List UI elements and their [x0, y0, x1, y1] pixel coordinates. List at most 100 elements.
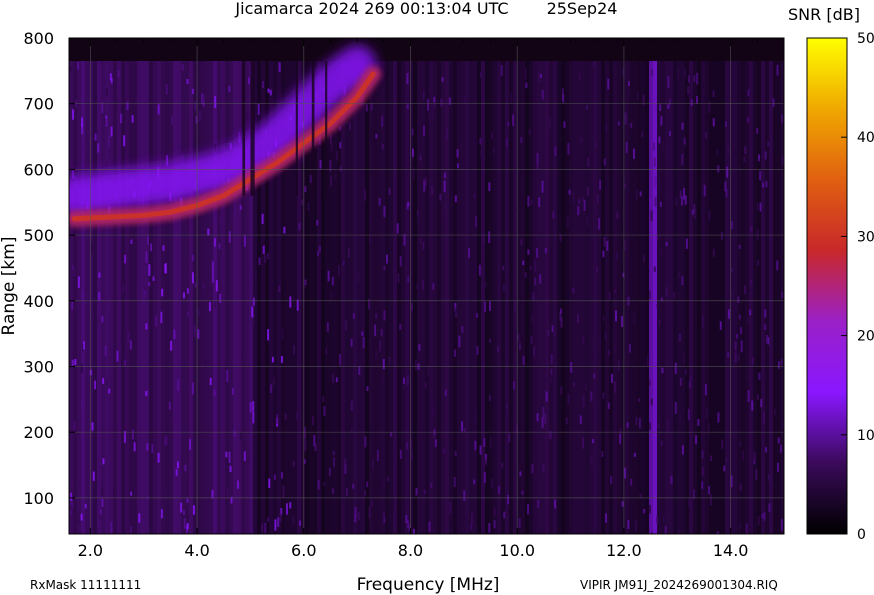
heatmap-column [189, 60, 193, 534]
heatmap-speck [335, 377, 338, 383]
heatmap-speck [773, 408, 776, 416]
heatmap-column [577, 60, 581, 534]
heatmap-speck [536, 248, 539, 258]
heatmap-column [225, 60, 229, 534]
heatmap-speck [461, 325, 464, 333]
heatmap-speck [639, 493, 642, 498]
heatmap-speck [560, 317, 563, 328]
chart-date: 25Sep24 [547, 0, 618, 18]
heatmap-speck [633, 452, 636, 457]
heatmap-speck [779, 444, 782, 453]
heatmap-speck [753, 451, 756, 460]
heatmap-speck [399, 449, 402, 459]
heatmap-speck [316, 220, 319, 226]
heatmap-speck [380, 328, 383, 337]
heatmap-speck [399, 323, 402, 330]
heatmap-speck [514, 211, 517, 221]
heatmap-speck [228, 451, 231, 463]
heatmap-speck [572, 382, 575, 387]
heatmap-speck [80, 513, 83, 521]
heatmap-speck [191, 254, 194, 261]
heatmap-speck [550, 376, 553, 383]
heatmap-speck [385, 254, 388, 264]
heatmap-speck [339, 142, 342, 149]
heatmap-speck [376, 449, 379, 462]
heatmap-speck [739, 522, 742, 530]
heatmap-column [433, 60, 437, 534]
heatmap-column [377, 60, 381, 534]
heatmap-speck [705, 131, 708, 139]
x-tick-label: 4.0 [184, 541, 209, 560]
heatmap-speck [627, 520, 630, 529]
heatmap-speck [730, 221, 733, 229]
heatmap-speck [629, 344, 632, 353]
heatmap-column [585, 60, 589, 534]
heatmap-speck [480, 247, 483, 255]
heatmap-speck [641, 131, 644, 138]
heatmap-speck [781, 114, 784, 124]
heatmap-speck [361, 331, 364, 336]
heatmap-speck [656, 304, 659, 309]
heatmap-speck [453, 476, 456, 488]
heatmap-speck [681, 445, 684, 455]
heatmap-speck [751, 357, 754, 365]
heatmap-column [93, 60, 97, 534]
heatmap-speck [521, 490, 524, 495]
heatmap-speck [638, 397, 641, 403]
heatmap-speck [430, 186, 433, 195]
heatmap-speck [740, 327, 743, 335]
heatmap-speck [751, 400, 754, 411]
heatmap-speck [304, 439, 307, 451]
heatmap-speck [727, 352, 730, 358]
heatmap-column [405, 60, 409, 534]
heatmap-column [137, 60, 141, 534]
heatmap-column [437, 60, 441, 534]
heatmap-speck [73, 269, 76, 277]
heatmap-speck [322, 395, 325, 403]
heatmap-speck [175, 469, 178, 476]
heatmap-speck [98, 272, 101, 278]
heatmap-speck [577, 206, 580, 216]
heatmap-speck [744, 285, 747, 295]
heatmap-speck [749, 309, 752, 316]
heatmap-speck [605, 125, 608, 132]
heatmap-speck [491, 478, 494, 488]
heatmap-column [657, 60, 661, 534]
heatmap-speck [619, 433, 622, 445]
heatmap-speck [211, 490, 214, 499]
heatmap-speck [498, 486, 501, 495]
heatmap-speck [684, 369, 687, 375]
heatmap-speck [317, 250, 320, 257]
heatmap-speck [599, 335, 602, 348]
heatmap-speck [323, 406, 326, 416]
heatmap-speck [761, 513, 764, 519]
heatmap-speck [757, 516, 760, 525]
heatmap-speck [350, 400, 353, 411]
heatmap-speck [434, 439, 437, 447]
heatmap-speck [602, 250, 605, 258]
heatmap-column [573, 60, 577, 534]
heatmap-speck [750, 219, 753, 225]
heatmap-speck [94, 133, 97, 141]
heatmap-column [229, 60, 233, 534]
heatmap-speck [665, 241, 668, 247]
heatmap-speck [475, 216, 478, 227]
heatmap-column [453, 60, 457, 534]
heatmap-speck [248, 454, 251, 461]
y-tick-label: 600 [23, 160, 54, 179]
heatmap-speck [358, 366, 361, 375]
heatmap-speck [602, 392, 605, 399]
heatmap-column [73, 60, 77, 534]
heatmap-speck [579, 415, 582, 424]
heatmap-speck [768, 503, 771, 512]
heatmap-speck [129, 526, 132, 533]
heatmap-speck [508, 433, 511, 443]
heatmap-speck [453, 349, 456, 357]
echo-gap [295, 60, 298, 196]
heatmap-column [417, 60, 421, 534]
heatmap-column [725, 60, 729, 534]
heatmap-speck [483, 472, 486, 483]
heatmap-speck [157, 104, 160, 115]
heatmap-speck [375, 348, 378, 361]
heatmap-speck [366, 481, 369, 488]
